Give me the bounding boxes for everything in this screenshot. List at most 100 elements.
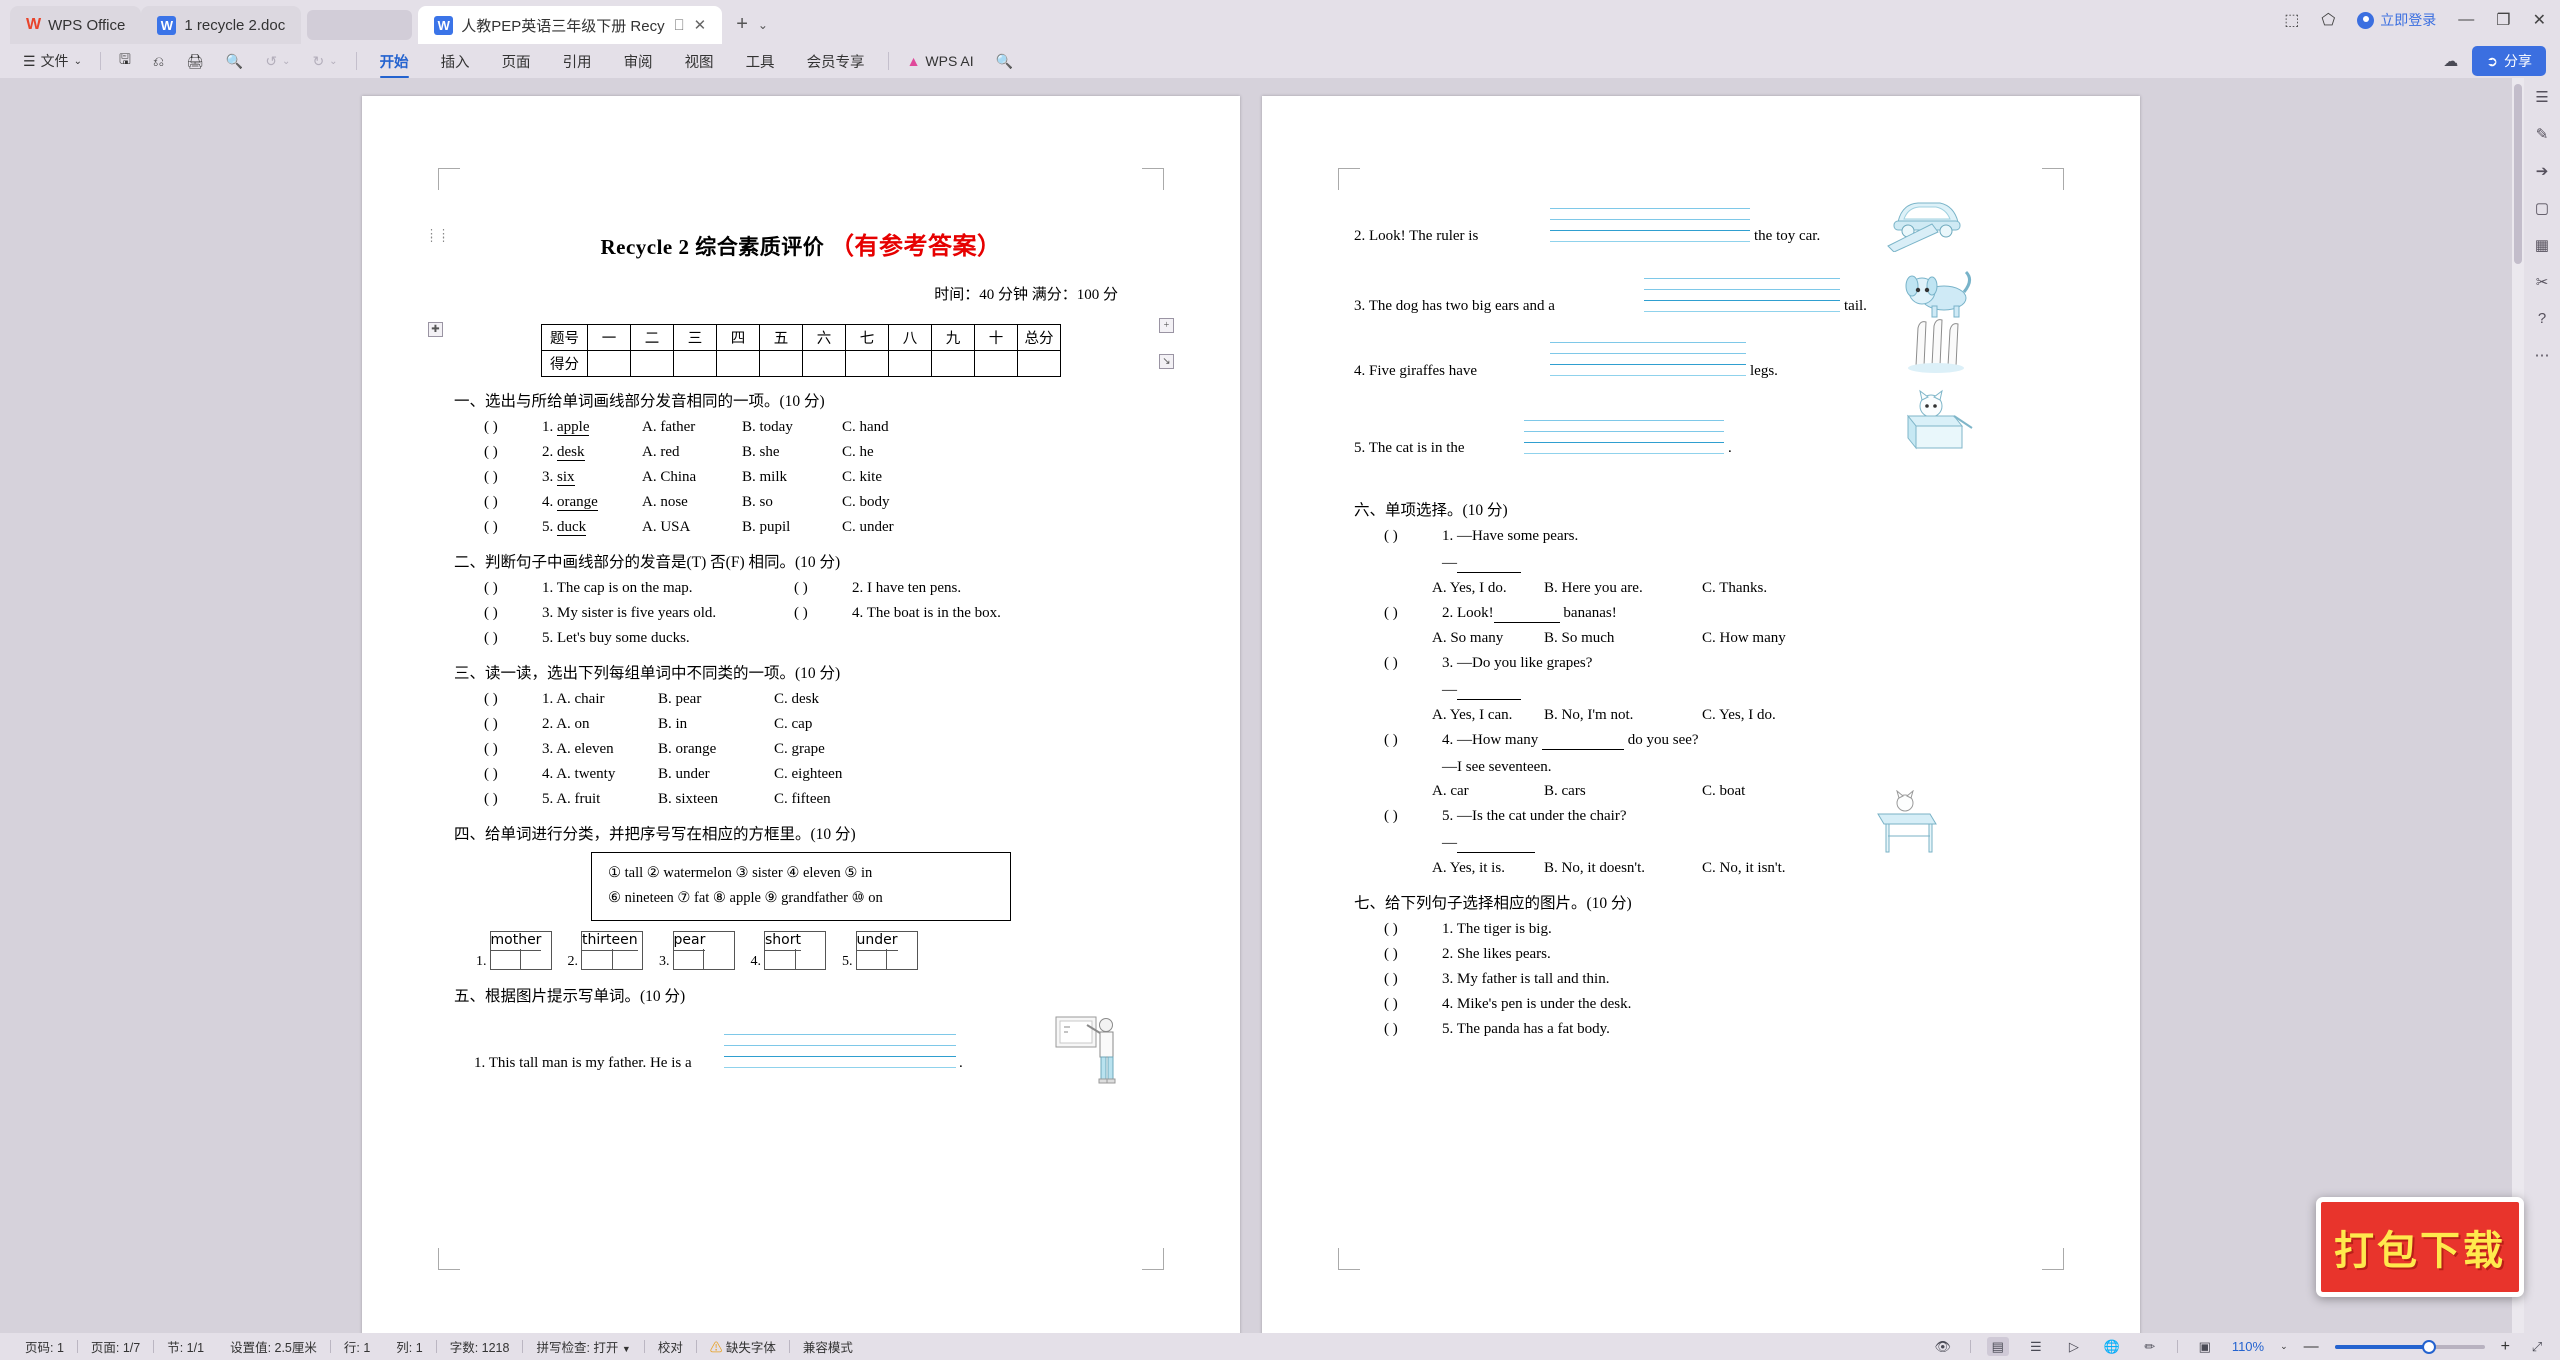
table-add-column-icon[interactable]: + xyxy=(1159,318,1174,333)
save-icon[interactable]: 🖫 xyxy=(108,46,142,76)
status-spellcheck[interactable]: 拼写检查: 打开 ▼ xyxy=(523,1337,643,1356)
share-button[interactable]: ➲ 分享 xyxy=(2472,46,2546,76)
tab-start[interactable]: 开始 xyxy=(364,45,425,78)
tab-page[interactable]: 页面 xyxy=(486,45,547,77)
download-badge-overlay[interactable]: 打包下载 xyxy=(2316,1197,2524,1297)
print-icon[interactable]: 🖨 xyxy=(175,46,215,76)
question-row[interactable]: ( ) 5. duck A. USA B. pupil C. under xyxy=(454,519,1148,536)
option-a[interactable]: 2. A. on xyxy=(542,716,658,733)
table-row[interactable]: 题号一二三四五六七八九十总分 xyxy=(541,324,1061,351)
option-c[interactable]: C. he xyxy=(842,444,942,461)
zoom-in-button[interactable]: + xyxy=(2501,1338,2510,1356)
tab-reference[interactable]: 引用 xyxy=(547,45,608,77)
table-row-header[interactable]: 题号 xyxy=(541,324,588,351)
option-b[interactable]: B. under xyxy=(658,766,774,783)
category-answer-cells[interactable] xyxy=(674,948,734,969)
category-box[interactable]: short xyxy=(764,929,826,970)
eye-icon[interactable]: 👁 xyxy=(1932,1337,1954,1356)
more-icon[interactable]: ⋯ xyxy=(2535,346,2550,364)
answer-paren[interactable]: ( ) xyxy=(1384,1021,1442,1038)
option-a[interactable]: A. So many xyxy=(1432,630,1544,647)
question-row[interactable]: ( ) 2. desk A. red B. she C. he xyxy=(454,444,1148,461)
tab-view[interactable]: 视图 xyxy=(669,45,730,77)
score-table-body[interactable]: 题号一二三四五六七八九十总分 得分 xyxy=(541,324,1061,377)
question-row[interactable]: ( ) 3. My sister is five years old. ( ) 4.… xyxy=(454,605,1148,622)
tab-insert[interactable]: 插入 xyxy=(425,45,486,77)
option-b[interactable]: B. pupil xyxy=(742,519,842,536)
multi-window-icon[interactable]: ⬚ xyxy=(2284,10,2299,30)
answer-paren[interactable]: ( ) xyxy=(1384,655,1442,672)
question-row[interactable]: ( ) 4. —How many do you see? xyxy=(1354,732,2048,750)
category-item[interactable]: 3. pear xyxy=(659,929,735,970)
option-a[interactable]: A. nose xyxy=(642,494,742,511)
option-c[interactable]: C. Yes, I do. xyxy=(1702,707,1776,724)
question-row[interactable]: ( ) 3. six A. China B. milk C. kite xyxy=(454,469,1148,486)
tab-present-icon[interactable]: ⎕ xyxy=(675,17,684,34)
table-cell[interactable]: 十 xyxy=(974,324,1018,351)
category-box[interactable]: mother xyxy=(489,929,552,970)
option-a[interactable]: A. USA xyxy=(642,519,742,536)
document-tab-1[interactable]: W 1 recycle 2.doc xyxy=(141,6,302,44)
category-answer-cells[interactable] xyxy=(491,948,551,969)
table-cell[interactable]: 一 xyxy=(587,324,631,351)
question-row[interactable]: ( ) 3. —Do you like grapes? xyxy=(1354,655,2048,672)
question-row[interactable]: ( ) 4. A. twenty B. under C. eighteen xyxy=(454,766,1148,783)
table-cell[interactable] xyxy=(716,350,760,377)
cursor-icon[interactable]: ➔ xyxy=(2536,162,2549,180)
tab-review[interactable]: 审阅 xyxy=(608,45,669,77)
option-b[interactable]: B. today xyxy=(742,419,842,436)
pen-icon[interactable]: ✎ xyxy=(2536,125,2549,143)
help-icon[interactable]: ☁ xyxy=(2443,52,2458,70)
redo-icon[interactable]: ↻ ⌄ xyxy=(301,46,348,76)
option-b[interactable]: B. So much xyxy=(1544,630,1702,647)
table-cell[interactable]: 总分 xyxy=(1017,324,1061,351)
web-layout-icon[interactable]: 🌐 xyxy=(2101,1337,2123,1356)
table-row[interactable]: 得分 xyxy=(541,350,1061,377)
question-row[interactable]: ( ) 5. —Is the cat under the chair? xyxy=(1354,808,2048,825)
minimize-button[interactable]: — xyxy=(2458,11,2474,29)
fullscreen-icon[interactable]: ⤢ xyxy=(2526,1337,2548,1356)
answer-paren[interactable]: ( ) xyxy=(484,494,542,511)
answer-paren[interactable]: ( ) xyxy=(484,766,542,783)
question-row[interactable]: ( ) 3. My father is tall and thin. xyxy=(1354,971,2048,988)
option-c[interactable]: C. Thanks. xyxy=(1702,580,1767,597)
new-tab-button[interactable]: + xyxy=(736,13,748,36)
option-b[interactable]: B. she xyxy=(742,444,842,461)
search-icon[interactable]: 🔍 xyxy=(985,46,1024,76)
option-a[interactable]: A. Yes, it is. xyxy=(1432,860,1544,877)
cube-icon[interactable]: ⬠ xyxy=(2321,10,2335,30)
pin-icon[interactable]: ☰ xyxy=(2535,88,2548,106)
answer-paren[interactable]: ( ) xyxy=(1384,946,1442,963)
cloud-save-icon[interactable]: ⎌ xyxy=(142,46,175,76)
login-button[interactable]: 立即登录 xyxy=(2357,10,2436,30)
close-icon[interactable]: ✕ xyxy=(694,16,707,34)
document-page-2[interactable]: 2. Look! The ruler is the toy car. 3. Th… xyxy=(1262,96,2140,1336)
option-c[interactable]: C. desk xyxy=(774,691,890,708)
option-b[interactable]: B. No, it doesn't. xyxy=(1544,860,1702,877)
answer-paren[interactable]: ( ) xyxy=(484,716,542,733)
answer-paren[interactable]: ( ) xyxy=(484,469,542,486)
option-c[interactable]: C. How many xyxy=(1702,630,1786,647)
option-b[interactable]: B. sixteen xyxy=(658,791,774,808)
answer-paren[interactable]: ( ) xyxy=(484,444,542,461)
presentation-icon[interactable]: ▷ xyxy=(2063,1337,2085,1356)
table-cell[interactable] xyxy=(802,350,846,377)
status-word-count[interactable]: 字数: 1218 xyxy=(437,1337,523,1356)
brush-icon[interactable]: ✏ xyxy=(2139,1337,2161,1356)
question-row[interactable]: ( ) 5. The panda has a fat body. xyxy=(1354,1021,2048,1038)
option-c[interactable]: C. eighteen xyxy=(774,766,890,783)
writing-lines[interactable] xyxy=(1550,332,1746,376)
outline-icon[interactable]: ☰ xyxy=(2025,1337,2047,1356)
question-row[interactable]: ( ) 2. A. on B. in C. cap xyxy=(454,716,1148,733)
answer-paren[interactable]: ( ) xyxy=(484,741,542,758)
option-b[interactable]: B. orange xyxy=(658,741,774,758)
status-missing-font[interactable]: ⚠ 缺失字体 xyxy=(697,1337,789,1356)
table-row-header[interactable]: 得分 xyxy=(541,350,588,377)
table-cell[interactable] xyxy=(587,350,631,377)
page-layout-icon[interactable]: ▤ xyxy=(1986,1337,2009,1356)
table-cell[interactable] xyxy=(759,350,803,377)
chevron-down-icon[interactable]: ⌄ xyxy=(2280,1341,2288,1352)
zoom-level-label[interactable]: 110% xyxy=(2232,1339,2264,1354)
option-a[interactable]: A. father xyxy=(642,419,742,436)
table-cell[interactable]: 五 xyxy=(759,324,803,351)
